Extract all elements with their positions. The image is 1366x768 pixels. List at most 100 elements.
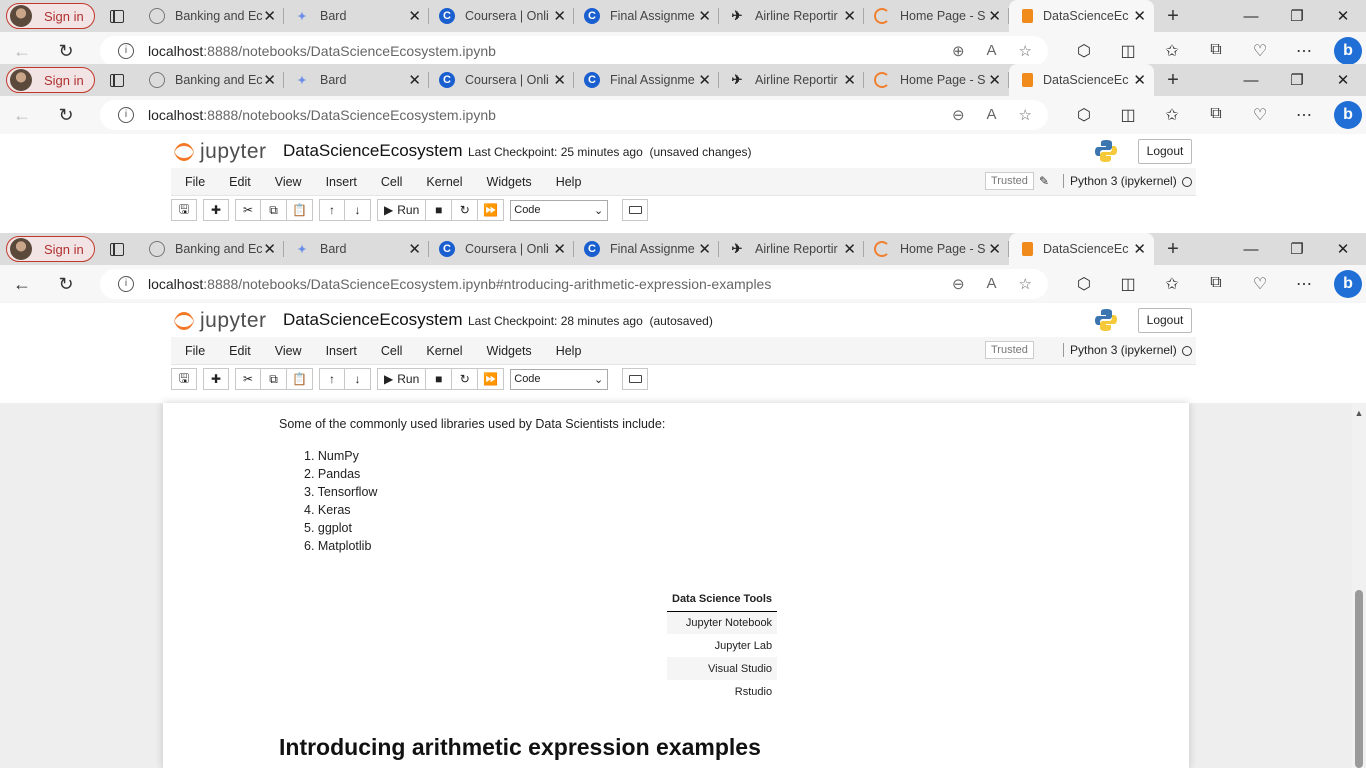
menu-widgets[interactable]: Widgets [475,175,544,189]
close-tab-icon[interactable]: ✕ [408,7,421,25]
split-screen-icon[interactable]: ◫ [1106,274,1150,294]
refresh-icon[interactable]: ↻ [44,41,88,62]
menu-help[interactable]: Help [544,175,594,189]
tab-actions-button[interactable] [95,9,139,23]
tab-final-assignment[interactable]: C Final Assignme ✕ [574,233,719,265]
close-tab-icon[interactable]: ✕ [843,71,856,89]
move-up-icon[interactable]: ↑ [319,199,345,221]
menu-kernel[interactable]: Kernel [414,344,474,358]
tab-home-page[interactable]: Home Page - S ✕ [864,0,1009,32]
cell-type-select[interactable]: Code ⌄ [510,368,609,390]
browser-essentials-icon[interactable]: ♡ [1238,274,1282,294]
collections-icon[interactable]: ⧉ [1194,274,1238,294]
bing-copilot-icon[interactable]: b [1334,101,1362,129]
trusted-badge[interactable]: Trusted [985,341,1034,359]
close-tab-icon[interactable]: ✕ [263,240,276,258]
signin-button[interactable]: Sign in [6,236,95,262]
menu-kernel[interactable]: Kernel [414,175,474,189]
tab-datascience-active[interactable]: DataScienceEc ✕ [1009,64,1154,96]
tab-banking[interactable]: Banking and Ec ✕ [139,233,284,265]
menu-file[interactable]: File [171,344,217,358]
signin-button[interactable]: Sign in [6,3,95,29]
favorites-icon[interactable]: ✩ [1150,274,1194,294]
favorite-star-icon[interactable]: ☆ [1019,42,1032,60]
restore-icon[interactable]: ❐ [1274,240,1320,258]
menu-file[interactable]: File [171,175,217,189]
tab-airline[interactable]: ✈ Airline Reportir ✕ [719,64,864,96]
run-button[interactable]: ▶ Run [377,368,427,390]
favorite-star-icon[interactable]: ☆ [1019,106,1032,124]
refresh-icon[interactable]: ↻ [44,274,88,295]
close-tab-icon[interactable]: ✕ [263,71,276,89]
trusted-badge[interactable]: Trusted [985,172,1034,190]
menu-insert[interactable]: Insert [314,344,369,358]
bing-copilot-icon[interactable]: b [1334,37,1362,65]
kernel-name[interactable]: Python 3 (ipykernel) [1063,174,1177,188]
keyboard-shortcuts-icon[interactable] [622,368,649,390]
url-field[interactable]: i localhost:8888/notebooks/DataScienceEc… [100,100,1048,130]
split-screen-icon[interactable]: ◫ [1106,41,1150,61]
copy-icon[interactable]: ⧉ [261,368,287,390]
close-tab-icon[interactable]: ✕ [988,7,1001,25]
insert-cell-icon[interactable]: ✚ [203,199,229,221]
cut-icon[interactable]: ✂ [235,199,261,221]
extensions-icon[interactable]: ⬡ [1062,41,1106,61]
logout-button[interactable]: Logout [1138,308,1192,333]
browser-essentials-icon[interactable]: ♡ [1238,105,1282,125]
tab-airline[interactable]: ✈ Airline Reportir ✕ [719,233,864,265]
menu-view[interactable]: View [263,344,314,358]
tab-home-page[interactable]: Home Page - S ✕ [864,233,1009,265]
jupyter-logo[interactable]: jupyter [174,140,267,164]
close-tab-icon[interactable]: ✕ [698,7,711,25]
tab-coursera[interactable]: C Coursera | Onli ✕ [429,64,574,96]
more-menu-icon[interactable]: ⋯ [1282,274,1326,294]
save-icon[interactable]: 🖫 [171,199,197,221]
favorites-icon[interactable]: ✩ [1150,105,1194,125]
refresh-icon[interactable]: ↻ [44,105,88,126]
menu-cell[interactable]: Cell [369,175,415,189]
close-tab-icon[interactable]: ✕ [553,7,566,25]
close-tab-icon[interactable]: ✕ [698,240,711,258]
copy-icon[interactable]: ⧉ [261,199,287,221]
minimize-icon[interactable]: — [1228,8,1274,25]
tab-airline[interactable]: ✈ Airline Reportir ✕ [719,0,864,32]
favorites-icon[interactable]: ✩ [1150,41,1194,61]
read-aloud-icon[interactable]: A [987,106,997,124]
paste-icon[interactable]: 📋 [287,368,313,390]
url-field[interactable]: i localhost:8888/notebooks/DataScienceEc… [100,36,1048,66]
menu-edit[interactable]: Edit [217,175,263,189]
stop-icon[interactable]: ■ [426,199,453,221]
close-tab-icon[interactable]: ✕ [263,7,276,25]
close-tab-icon[interactable]: ✕ [1133,7,1146,25]
scroll-up-icon[interactable]: ▲ [1352,408,1366,418]
restore-icon[interactable]: ❐ [1274,7,1320,25]
tab-coursera[interactable]: C Coursera | Onli ✕ [429,233,574,265]
cut-icon[interactable]: ✂ [235,368,261,390]
close-tab-icon[interactable]: ✕ [1133,240,1146,258]
fast-forward-icon[interactable]: ⏩ [478,368,505,390]
scrollbar-thumb[interactable] [1355,590,1363,768]
menu-cell[interactable]: Cell [369,344,415,358]
insert-cell-icon[interactable]: ✚ [203,368,229,390]
notebook-name[interactable]: DataScienceEcosystem [283,141,463,161]
tab-final-assignment[interactable]: C Final Assignme ✕ [574,64,719,96]
tab-banking[interactable]: Banking and Ec ✕ [139,0,284,32]
menu-help[interactable]: Help [544,344,594,358]
favorite-star-icon[interactable]: ☆ [1019,275,1032,293]
extensions-icon[interactable]: ⬡ [1062,274,1106,294]
move-down-icon[interactable]: ↓ [345,199,371,221]
signin-button[interactable]: Sign in [6,67,95,93]
menu-edit[interactable]: Edit [217,344,263,358]
tab-banking[interactable]: Banking and Ec ✕ [139,64,284,96]
fast-forward-icon[interactable]: ⏩ [478,199,505,221]
extensions-icon[interactable]: ⬡ [1062,105,1106,125]
close-tab-icon[interactable]: ✕ [408,240,421,258]
restart-icon[interactable]: ↻ [452,368,479,390]
read-aloud-icon[interactable]: A [987,42,997,60]
close-window-icon[interactable]: ✕ [1320,7,1366,25]
menu-widgets[interactable]: Widgets [475,344,544,358]
new-tab-icon[interactable]: + [1154,238,1192,261]
collections-icon[interactable]: ⧉ [1194,105,1238,125]
vertical-scrollbar[interactable]: ▲ [1352,403,1366,768]
close-tab-icon[interactable]: ✕ [1133,71,1146,89]
